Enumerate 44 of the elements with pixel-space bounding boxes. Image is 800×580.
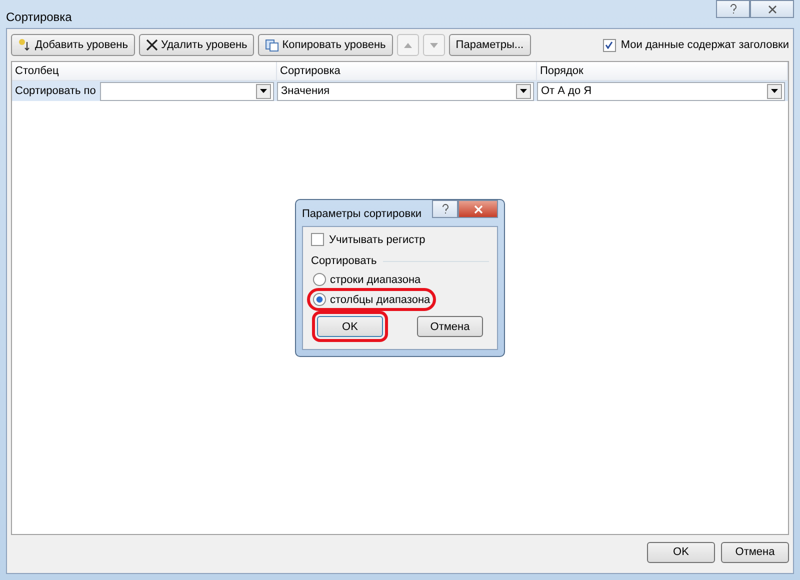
column-dropdown[interactable]	[100, 82, 274, 100]
add-button[interactable]: Добавить уровень	[11, 34, 135, 56]
cancel-button[interactable]: Отмена	[721, 542, 789, 562]
ok-button[interactable]: OK	[647, 542, 715, 562]
delete-button[interactable]: Удалить уровень	[138, 34, 254, 56]
row-label: Сортировать по	[14, 85, 97, 97]
delete-x-icon	[146, 39, 158, 51]
order-dropdown[interactable]: От А до Я	[537, 82, 785, 100]
down-triangle-icon	[430, 42, 438, 48]
close-icon	[474, 204, 482, 214]
copy-icon	[265, 38, 280, 52]
check-icon	[605, 41, 614, 49]
dialog-title: Параметры сортировки	[302, 208, 422, 220]
column-header: Сортировка	[277, 62, 537, 80]
sort-level-row[interactable]: Сортировать по Значения От А до Я	[12, 81, 788, 101]
caret-icon	[771, 89, 778, 93]
window-title: Сортировка	[6, 10, 72, 24]
help-icon	[442, 204, 448, 214]
checkbox-label: Учитывать регистр	[329, 234, 426, 246]
checkbox-box[interactable]	[602, 38, 616, 52]
close-button[interactable]	[458, 200, 498, 218]
copy-button[interactable]: Копировать уровень	[258, 34, 393, 56]
cancel-button[interactable]: Отмена	[417, 316, 483, 337]
help-icon	[730, 4, 736, 14]
help-button[interactable]	[432, 200, 458, 218]
options-button[interactable]: Параметры...	[448, 34, 531, 56]
close-icon	[768, 4, 776, 14]
headers-checkbox[interactable]: Мои данные содержат заголовки	[602, 38, 789, 52]
move-up-button[interactable]	[396, 34, 419, 56]
checkbox-label: Мои данные содержат заголовки	[620, 39, 789, 51]
up-triangle-icon	[404, 42, 412, 48]
column-header: Столбец	[12, 62, 277, 80]
add-level-icon	[18, 38, 32, 52]
close-button[interactable]	[750, 0, 794, 18]
column-header: Порядок	[537, 62, 788, 80]
sort-on-dropdown[interactable]: Значения	[277, 82, 534, 100]
caret-icon	[520, 89, 527, 93]
radio-option[interactable]: строки диапазона	[311, 272, 423, 287]
help-button[interactable]	[716, 0, 750, 18]
case-checkbox[interactable]: Учитывать регистр	[311, 233, 489, 246]
caret-icon	[260, 89, 267, 93]
checkbox-box[interactable]	[311, 233, 324, 246]
group-label: Сортировать	[311, 255, 377, 267]
move-down-button[interactable]	[422, 34, 445, 56]
